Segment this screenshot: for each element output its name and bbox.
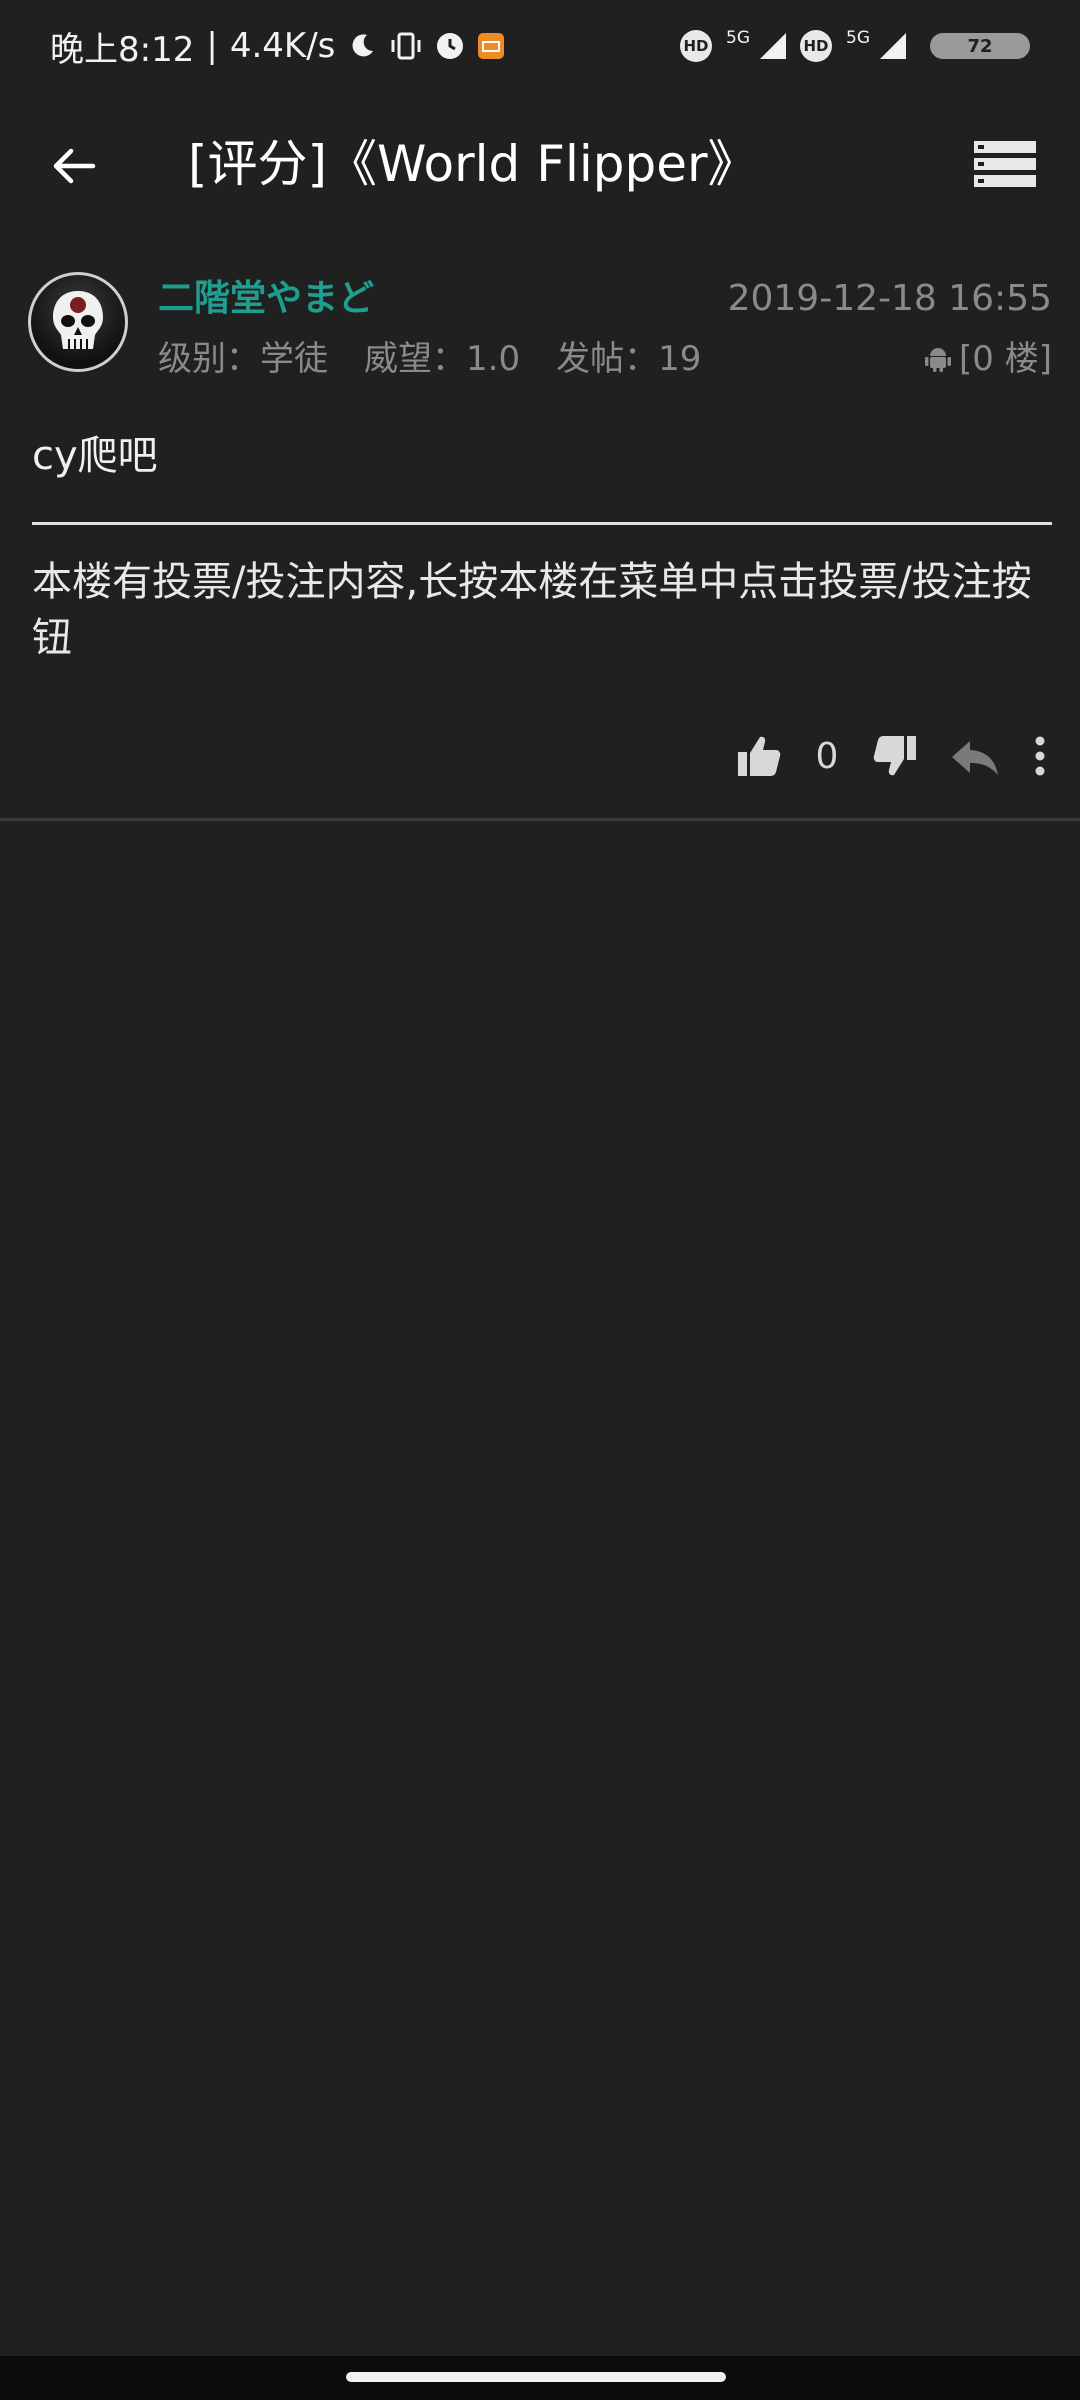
signal-icon-2 [878,31,908,61]
thumbs-up-icon [738,736,781,776]
status-right: HD 5G HD 5G 72 [680,28,1030,62]
title-divider [32,522,1052,525]
post-separator [0,818,1080,821]
like-count: 0 [815,735,839,777]
user-post-count: 发帖：19 [556,339,702,379]
user-meta: 级别：学徒 威望：1.0 发帖：19 [158,334,701,384]
floor-info: [0 楼] [925,334,1052,384]
post-actions: 0 [736,716,1050,796]
more-vertical-icon [1035,736,1045,776]
android-icon [925,348,952,372]
hd-icon: HD [680,30,712,62]
post-timestamp: 2019-12-18 16:55 [727,278,1052,319]
list-icon [974,141,1036,187]
back-arrow-icon [53,148,96,184]
status-separator: | [206,26,218,66]
dislike-button[interactable] [872,733,918,779]
reply-button[interactable] [948,733,1000,779]
screen: 晚上8:12 | 4.4K/s HD 5G HD 5G 72 [评分]《Worl… [0,0,1080,2400]
like-button[interactable] [736,733,782,779]
user-level: 级别：学徒 [158,339,328,379]
mi-app-icon [477,32,505,60]
battery-icon: 72 [930,33,1030,59]
back-button[interactable] [44,136,104,196]
status-time: 晚上8:12 [50,29,195,70]
status-speed: 4.4K/s [229,26,336,66]
skull-avatar-icon [53,291,103,349]
floor-label: [0 楼] [959,339,1052,379]
network-label-2: 5G [846,28,870,48]
reply-icon [952,741,998,775]
toolbar: [评分]《World Flipper》 [0,92,1080,236]
avatar[interactable] [28,272,128,372]
hd-icon-2: HD [800,30,832,62]
vibrate-icon [389,31,423,61]
page-title: [评分]《World Flipper》 [188,135,758,193]
status-bar: 晚上8:12 | 4.4K/s HD 5G HD 5G 72 [0,0,1080,92]
username[interactable]: 二階堂やまど [158,272,374,326]
alarm-icon [435,31,465,61]
post-body: 本楼有投票/投注内容,长按本楼在菜单中点击投票/投注按钮 [32,559,1032,661]
more-options-button[interactable] [1030,733,1050,779]
moon-icon [347,31,377,61]
status-left: 晚上8:12 | 4.4K/s [50,22,505,71]
home-gesture-handle[interactable] [346,2372,726,2382]
signal-icon [758,31,788,61]
thumbs-down-icon [873,736,916,776]
network-label-1: 5G [726,28,750,48]
navigation-bar [0,2356,1080,2400]
user-prestige: 威望：1.0 [364,339,521,379]
post-title: cy爬吧 [32,433,158,479]
list-menu-button[interactable] [970,134,1040,194]
